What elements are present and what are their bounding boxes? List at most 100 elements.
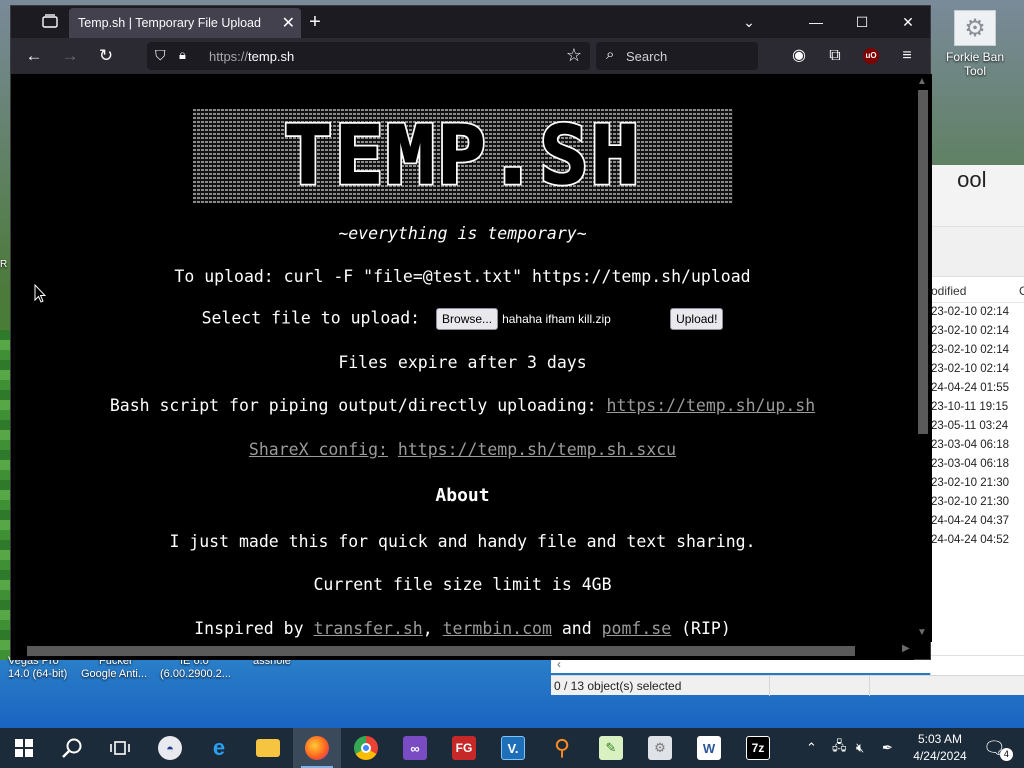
obama-logo-icon: ◓ xyxy=(158,736,182,760)
page-content: TEMP.SH TEMP.SH ~everything is temporary… xyxy=(11,74,914,642)
upload-form: Select file to upload: Browse... hahaha i… xyxy=(11,308,914,330)
clock-date: 4/24/2024 xyxy=(913,749,967,763)
show-hidden-icons-chevron-icon[interactable]: ⌃ xyxy=(806,728,817,768)
list-item[interactable]: 23-02-10 02:14 xyxy=(931,303,1024,322)
gear-icon: ⚙ xyxy=(954,10,996,46)
volume-muted-icon[interactable]: 🔇︎ xyxy=(856,728,864,768)
inspired-line: Inspired by transfer.sh, termbin.com and… xyxy=(11,619,914,638)
minimize-icon[interactable]: — xyxy=(802,10,830,34)
extensions-icon[interactable]: ⧉ xyxy=(823,44,847,68)
network-icon[interactable]: 🖧︎ xyxy=(832,728,847,768)
reload-icon[interactable]: ↻ xyxy=(93,44,119,68)
upload-instruction: To upload: curl -F "file=@test.txt" http… xyxy=(174,267,751,286)
inspired-separator: , xyxy=(422,619,433,638)
taskbar-app-forkie[interactable]: ⚙ xyxy=(636,728,684,768)
v-app-icon: V. xyxy=(501,736,525,760)
ublock-origin-icon[interactable]: uO xyxy=(859,44,883,68)
task-view-button[interactable] xyxy=(96,728,144,768)
taskbar-app-internet-explorer[interactable]: e xyxy=(195,728,243,768)
search-input[interactable]: ⌕ Search xyxy=(596,42,758,70)
taskbar-app-fg[interactable]: FG xyxy=(440,728,488,768)
list-item[interactable]: 23-05-11 03:24 xyxy=(931,417,1024,436)
chevron-down-icon[interactable]: ⌄ xyxy=(735,10,763,34)
scrollbar-thumb[interactable] xyxy=(27,646,855,656)
temp-sh-logo: TEMP.SH TEMP.SH xyxy=(193,109,733,203)
taskbar-app-firefox[interactable] xyxy=(293,728,341,768)
fg-app-icon: FG xyxy=(452,736,476,760)
desktop-edge-letter: R xyxy=(0,259,8,270)
ublock-badge: uO xyxy=(863,48,879,64)
list-item[interactable]: 23-02-10 21:30 xyxy=(931,493,1024,512)
navigation-toolbar: ← → ↻ ⛉ 🔒︎ https://temp.sh ☆ ⌕ Search ◉ … xyxy=(11,38,930,74)
termbin-link[interactable]: termbin.com xyxy=(443,619,552,638)
sharex-config-link[interactable]: https://temp.sh/temp.sh.sxcu xyxy=(398,440,676,459)
scrollbar-thumb[interactable] xyxy=(918,90,928,434)
back-arrow-icon[interactable]: ← xyxy=(21,44,47,68)
clock[interactable]: 5:03 AM 4/24/2024 xyxy=(905,731,975,765)
transfer-sh-link[interactable]: transfer.sh xyxy=(313,619,422,638)
taskbar-app-7zip[interactable]: 7z xyxy=(734,728,782,768)
pomf-se-link[interactable]: pomf.se xyxy=(602,619,672,638)
pen-icon[interactable]: ✒ xyxy=(882,728,893,768)
address-bar[interactable]: ⛉ 🔒︎ https://temp.sh ☆ xyxy=(147,42,590,70)
scroll-down-icon[interactable]: ▼ xyxy=(917,627,927,638)
shield-icon[interactable]: ⛉ xyxy=(155,47,171,65)
expire-text: Files expire after 3 days xyxy=(338,353,587,372)
taskbar-app-file-explorer[interactable] xyxy=(244,728,292,768)
lock-icon[interactable]: 🔒︎ xyxy=(179,47,193,65)
close-tab-icon[interactable]: ✕ xyxy=(282,13,295,33)
url-scheme: https:// xyxy=(209,49,249,64)
list-all-tabs-icon[interactable] xyxy=(41,13,61,31)
column-header-modified[interactable]: odified C xyxy=(931,277,1024,303)
taskbar-app-v[interactable]: V. xyxy=(489,728,537,768)
7zip-icon: 7z xyxy=(746,736,770,760)
taskbar-app-search-tool[interactable]: ⚲ xyxy=(538,728,586,768)
list-item[interactable]: 23-03-04 06:18 xyxy=(931,455,1024,474)
desktop-icon-forkie-ban-tool[interactable]: ⚙ Forkie Ban Tool xyxy=(940,10,1010,78)
taskbar-app-chrome[interactable] xyxy=(342,728,390,768)
list-item[interactable]: 24-04-24 04:37 xyxy=(931,512,1024,531)
list-item[interactable]: 24-04-24 01:55 xyxy=(931,379,1024,398)
taskbar-app-visual-studio[interactable]: ∞ xyxy=(391,728,439,768)
search-icon: ⌕ xyxy=(606,46,615,63)
taskbar-app-word-doc[interactable]: W xyxy=(685,728,733,768)
taskbar-app-obama[interactable]: ◓ xyxy=(146,728,194,768)
notepad-plus-icon: ✎ xyxy=(599,736,623,760)
list-item[interactable]: 23-02-10 21:30 xyxy=(931,474,1024,493)
maximize-icon[interactable]: ☐ xyxy=(848,10,876,34)
close-window-icon[interactable]: ✕ xyxy=(894,10,922,34)
tab-temp-sh[interactable]: Temp.sh | Temporary File Upload ✕ xyxy=(69,8,301,38)
account-icon[interactable]: ◉ xyxy=(787,44,811,68)
taskbar-app-notepad-plus[interactable]: ✎ xyxy=(587,728,635,768)
list-item[interactable]: 23-02-10 02:14 xyxy=(931,360,1024,379)
list-item[interactable]: 23-02-10 02:14 xyxy=(931,341,1024,360)
bash-script-link[interactable]: https://temp.sh/up.sh xyxy=(607,396,816,415)
list-item[interactable]: 23-03-04 06:18 xyxy=(931,436,1024,455)
scroll-up-icon[interactable]: ▲ xyxy=(917,76,927,87)
taskbar-search-button[interactable] xyxy=(48,728,96,768)
sharex-config-label-link[interactable]: ShareX config: xyxy=(249,440,388,459)
notification-center-icon[interactable]: 🗨︎ 4 xyxy=(983,728,1013,768)
new-tab-icon[interactable]: + xyxy=(303,10,327,34)
task-view-icon xyxy=(110,741,130,755)
browse-button[interactable]: Browse... xyxy=(436,308,499,330)
about-text: I just made this for quick and handy fil… xyxy=(169,532,756,551)
url-text[interactable]: https://temp.sh xyxy=(209,49,294,64)
page-vertical-scrollbar[interactable]: ▲ ▼ xyxy=(914,74,932,642)
internet-explorer-icon: e xyxy=(212,735,226,760)
upload-button[interactable]: Upload! xyxy=(670,308,724,330)
page-horizontal-scrollbar[interactable]: ▶ xyxy=(11,642,914,660)
gear-icon: ⚙ xyxy=(648,736,672,760)
list-item[interactable]: 24-04-24 04:52 xyxy=(931,531,1024,550)
taskbar: ◓ e ∞ FG V. ⚲ ✎ ⚙ W 7z ⌃ 🖧︎ 🔇︎ ✒ 5:03 AM… xyxy=(0,728,1024,768)
scroll-right-icon[interactable]: ▶ xyxy=(902,643,910,654)
visual-studio-icon: ∞ xyxy=(403,736,427,760)
list-item[interactable]: 23-02-10 02:14 xyxy=(931,322,1024,341)
desktop-icon-label: Forkie Ban Tool xyxy=(945,50,1005,78)
list-item[interactable]: 23-10-11 19:15 xyxy=(931,398,1024,417)
bookmark-star-icon[interactable]: ☆ xyxy=(566,45,582,66)
hamburger-menu-icon[interactable]: ≡ xyxy=(895,44,919,68)
forward-arrow-icon[interactable]: → xyxy=(57,44,83,68)
start-button[interactable] xyxy=(0,728,48,768)
status-divider xyxy=(769,676,770,696)
